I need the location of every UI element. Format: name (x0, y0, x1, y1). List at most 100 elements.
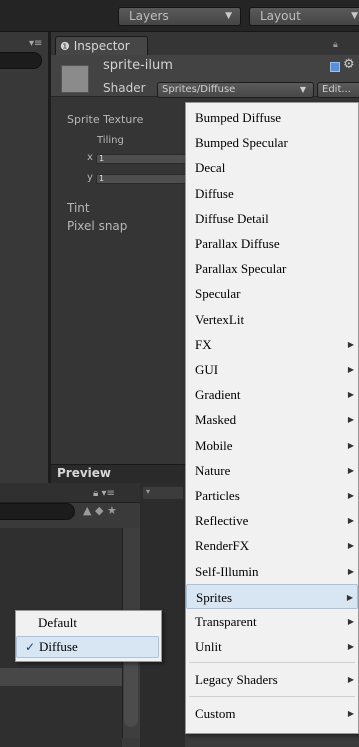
menu-item-bumped-diffuse[interactable]: Bumped Diffuse (186, 105, 358, 130)
console-tab[interactable]: ▾ (143, 487, 183, 499)
menu-item-label: Gradient (195, 387, 241, 403)
layers-dropdown[interactable]: Layers ▼ (118, 7, 241, 26)
info-icon: ❶ (60, 40, 70, 53)
menu-item-label: VertexLit (195, 311, 245, 327)
menu-item-label: Custom (195, 705, 236, 721)
submenu-arrow-icon: ▶ (347, 617, 354, 626)
layout-dropdown[interactable]: Layout ▼ (249, 7, 359, 26)
menu-item-label: Transparent (195, 614, 257, 629)
project-pane-header (0, 483, 145, 503)
submenu-item-default[interactable]: Default (16, 613, 159, 635)
menu-item-label: Bumped Diffuse (195, 110, 282, 125)
filter-icons[interactable]: ▲ ◆ ★ (83, 504, 117, 517)
tiling-y-label: y (87, 172, 93, 183)
edit-shader-button[interactable]: Edit... (317, 82, 359, 98)
menu-item-label: RenderFX (195, 538, 250, 554)
help-book-icon[interactable] (330, 62, 340, 72)
menu-item-custom[interactable]: Custom ▶ (186, 701, 358, 726)
menu-separator (189, 695, 355, 697)
checkmark-icon: ✓ (25, 640, 36, 654)
submenu-item-label: Diffuse (39, 639, 78, 654)
submenu-arrow-icon: ▶ (347, 440, 354, 450)
submenu-arrow-icon: ▶ (347, 339, 354, 349)
menu-item-mobile[interactable]: Mobile ▶ (186, 433, 358, 458)
submenu-arrow-icon: ▶ (347, 415, 354, 425)
menu-item-gui[interactable]: GUI ▶ (186, 357, 358, 382)
menu-item-parallax-specular[interactable]: Parallax Specular (186, 256, 358, 281)
menu-item-label: Nature (195, 462, 231, 478)
tiling-x-label: x (87, 152, 93, 163)
submenu-item-label: Default (38, 615, 77, 630)
menu-item-fx[interactable]: FX ▶ (186, 332, 358, 357)
project-search-input[interactable] (0, 503, 75, 520)
menu-item-diffuse[interactable]: Diffuse (186, 181, 358, 206)
pixel-snap-label: Pixel snap (67, 219, 128, 233)
menu-item-label: Parallax Diffuse (195, 236, 280, 251)
menu-item-bumped-specular[interactable]: Bumped Specular (186, 130, 358, 155)
menu-item-legacy-shaders[interactable]: Legacy Shaders ▶ (186, 667, 358, 692)
tab-inspector[interactable]: ❶ Inspector (55, 36, 148, 56)
submenu-arrow-icon: ▶ (347, 465, 354, 475)
tab-inspector-label: Inspector (73, 39, 130, 53)
menu-item-particles[interactable]: Particles ▶ (186, 483, 358, 508)
filter-label-icon[interactable]: ◆ (95, 504, 103, 517)
submenu-arrow-icon: ▶ (347, 566, 354, 576)
menu-item-label: Reflective (195, 513, 249, 529)
lock-icon[interactable]: 🔒︎ (333, 40, 338, 50)
menu-item-specular[interactable]: Specular (186, 281, 358, 306)
panel-menu-icon[interactable]: ▾≡ (29, 38, 42, 49)
menu-item-gradient[interactable]: Gradient ▶ (186, 382, 358, 407)
submenu-arrow-icon: ▶ (347, 491, 354, 500)
submenu-arrow-icon: ▶ (347, 516, 354, 526)
layers-label: Layers (129, 9, 169, 23)
menu-item-vertexlit[interactable]: VertexLit (186, 307, 358, 332)
tiling-x-field[interactable]: 1 (96, 154, 186, 164)
menu-item-diffuse-detail[interactable]: Diffuse Detail (186, 206, 358, 231)
menu-item-nature[interactable]: Nature ▶ (186, 458, 358, 483)
chevron-down-icon: ▼ (351, 11, 358, 21)
menu-item-reflective[interactable]: Reflective ▶ (186, 508, 358, 533)
sprites-submenu: Default ✓ Diffuse (15, 610, 162, 662)
material-thumbnail (61, 65, 89, 93)
shader-dropdown[interactable]: Sprites/Diffuse ▼ (157, 82, 314, 98)
hierarchy-search-input[interactable] (0, 52, 42, 69)
menu-item-label: Parallax Specular (195, 261, 287, 277)
menu-item-label: Unlit (195, 639, 222, 655)
menu-item-label: Particles (195, 488, 240, 503)
menu-item-label: Decal (195, 160, 226, 176)
menu-item-label: Mobile (195, 437, 233, 453)
submenu-arrow-icon: ▶ (347, 390, 354, 400)
menu-item-unlit[interactable]: Unlit ▶ (186, 634, 358, 659)
menu-separator (189, 662, 355, 664)
preview-label: Preview (57, 466, 112, 480)
menu-item-renderfx[interactable]: RenderFX ▶ (186, 533, 358, 558)
menu-item-decal[interactable]: Decal (186, 155, 358, 180)
shader-menu: Bumped Diffuse Bumped Specular Decal Diffus… (185, 102, 359, 734)
menu-item-label: Self-Illumin (195, 563, 259, 579)
lock-menu-icon[interactable]: 🔒︎ ▾≡ (93, 488, 115, 499)
gear-icon[interactable]: ⚙ (343, 57, 355, 72)
chevron-down-icon: ▼ (299, 85, 306, 94)
submenu-arrow-icon: ▶ (347, 708, 354, 718)
submenu-item-diffuse[interactable]: ✓ Diffuse (16, 636, 159, 658)
menu-item-sprites[interactable]: Sprites ▶ (186, 583, 358, 609)
menu-item-label: Sprites (196, 589, 233, 605)
layout-label: Layout (260, 9, 301, 23)
tiling-y-field[interactable]: 1 (96, 174, 186, 184)
menu-item-label: Masked (195, 412, 237, 428)
menu-item-masked[interactable]: Masked ▶ (186, 407, 358, 432)
submenu-arrow-icon: ▶ (347, 642, 354, 652)
submenu-arrow-icon: ▶ (347, 365, 354, 374)
favorite-star-icon[interactable]: ★ (107, 504, 117, 517)
menu-item-self-illumin[interactable]: Self-Illumin ▶ (186, 559, 358, 584)
menu-item-label: Specular (195, 286, 241, 302)
menu-item-label: Legacy Shaders (195, 672, 278, 688)
menu-item-transparent[interactable]: Transparent ▶ (186, 609, 358, 634)
list-item[interactable] (0, 668, 122, 686)
menu-item-label: Diffuse Detail (195, 210, 269, 226)
filter-type-icon[interactable]: ▲ (83, 504, 91, 517)
menu-item-parallax-diffuse[interactable]: Parallax Diffuse (186, 231, 358, 256)
menu-item-label: Diffuse (195, 185, 234, 201)
sprite-texture-label: Sprite Texture (67, 113, 144, 126)
chevron-down-icon: ▼ (225, 11, 232, 21)
